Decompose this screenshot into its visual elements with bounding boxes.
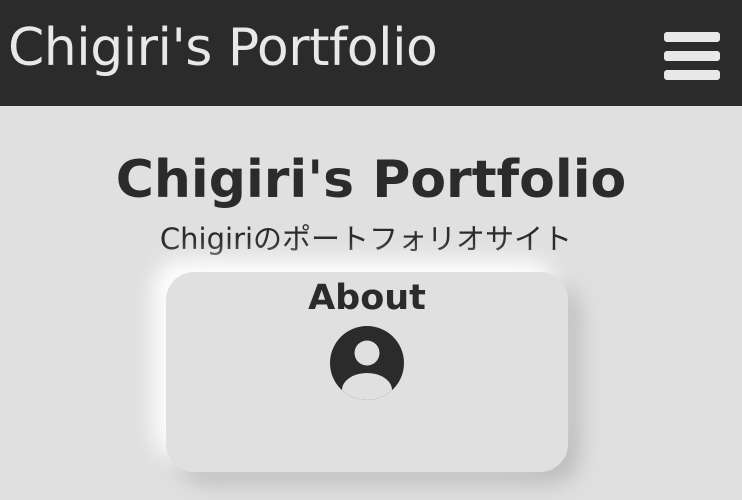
about-card-title: About: [308, 278, 426, 318]
user-account-icon: [330, 326, 404, 400]
menu-line-icon: [664, 70, 720, 80]
menu-line-icon: [664, 32, 720, 42]
header-title: Chigiri's Portfolio: [8, 18, 438, 78]
page-subtitle: Chigiriのポートフォリオサイト: [159, 222, 573, 256]
menu-line-icon: [664, 51, 720, 61]
hamburger-menu-button[interactable]: [660, 30, 722, 84]
top-header-bar: Chigiri's Portfolio: [0, 0, 742, 106]
about-card[interactable]: About: [166, 272, 568, 472]
page-title: Chigiri's Portfolio: [115, 149, 627, 210]
